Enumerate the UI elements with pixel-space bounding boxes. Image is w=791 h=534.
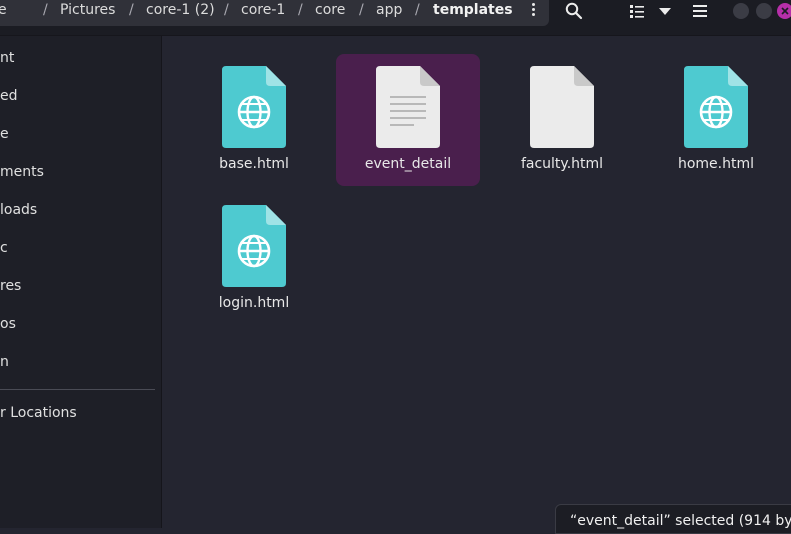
- file-item[interactable]: login.html: [182, 193, 326, 325]
- breadcrumb-separator: /: [359, 2, 364, 18]
- close-icon: [777, 3, 791, 19]
- main-menu-button[interactable]: [690, 0, 710, 22]
- html-file-icon: [684, 66, 748, 148]
- file-name: base.html: [219, 156, 289, 172]
- breadcrumb-item-core[interactable]: core: [315, 2, 345, 18]
- chevron-down-icon: [659, 8, 671, 15]
- sidebar-item-music[interactable]: c: [0, 240, 8, 256]
- file-item-selected[interactable]: event_detail: [336, 54, 480, 186]
- minimize-icon: [733, 3, 749, 19]
- file-item[interactable]: base.html: [182, 54, 326, 186]
- html-file-icon: [222, 66, 286, 148]
- view-toggle-button[interactable]: [627, 0, 647, 22]
- breadcrumb-item-core-1[interactable]: core-1: [241, 2, 285, 18]
- list-view-icon: [630, 5, 644, 18]
- breadcrumb-item-templates[interactable]: templates: [433, 2, 513, 18]
- file-name: faculty.html: [520, 156, 604, 172]
- sidebar-item-home[interactable]: e: [0, 126, 9, 142]
- file-item[interactable]: home.html: [644, 54, 788, 186]
- view-options-button[interactable]: [655, 0, 675, 22]
- text-file-icon: [376, 66, 440, 148]
- breadcrumb-item-home[interactable]: e: [0, 2, 7, 18]
- search-button[interactable]: [563, 0, 585, 22]
- sidebar-item-starred[interactable]: ed: [0, 88, 18, 104]
- blank-file-icon: [530, 66, 594, 148]
- maximize-button[interactable]: [755, 0, 773, 22]
- kebab-icon[interactable]: [527, 1, 539, 21]
- status-text: “event_detail” selected (914 bytes): [570, 513, 791, 529]
- search-icon: [565, 2, 583, 20]
- breadcrumb-separator: /: [224, 2, 229, 18]
- sidebar-item-videos[interactable]: os: [0, 316, 16, 332]
- breadcrumb-item-pictures[interactable]: Pictures: [60, 2, 115, 18]
- sidebar-item-documents[interactable]: ments: [0, 164, 44, 180]
- header-bar: e / Pictures / core-1 (2) / core-1 / cor…: [0, 0, 791, 36]
- file-name: home.html: [677, 156, 755, 172]
- sidebar-item-pictures[interactable]: res: [0, 278, 21, 294]
- breadcrumb-separator: /: [415, 2, 420, 18]
- breadcrumb: e / Pictures / core-1 (2) / core-1 / cor…: [0, 0, 549, 26]
- breadcrumb-separator: /: [298, 2, 303, 18]
- maximize-icon: [756, 3, 772, 19]
- sidebar-item-trash[interactable]: n: [0, 354, 9, 370]
- breadcrumb-item-core-1-2[interactable]: core-1 (2): [146, 2, 215, 18]
- html-file-icon: [222, 205, 286, 287]
- sidebar-item-downloads[interactable]: loads: [0, 202, 37, 218]
- close-button[interactable]: [776, 0, 791, 22]
- file-name: event_detail: [364, 156, 452, 172]
- file-item[interactable]: faculty.html: [490, 54, 634, 186]
- file-name: login.html: [218, 295, 290, 311]
- breadcrumb-separator: /: [43, 2, 48, 18]
- sidebar: nt ed e ments loads c res os n r Locatio…: [0, 36, 162, 528]
- hamburger-icon: [693, 5, 707, 17]
- sidebar-item-other-locations[interactable]: r Locations: [0, 405, 77, 421]
- breadcrumb-separator: /: [129, 2, 134, 18]
- breadcrumb-item-app[interactable]: app: [376, 2, 402, 18]
- minimize-button[interactable]: [732, 0, 750, 22]
- sidebar-item-recent[interactable]: nt: [0, 50, 14, 66]
- sidebar-divider: [0, 389, 155, 390]
- status-overlay: “event_detail” selected (914 bytes): [555, 504, 791, 534]
